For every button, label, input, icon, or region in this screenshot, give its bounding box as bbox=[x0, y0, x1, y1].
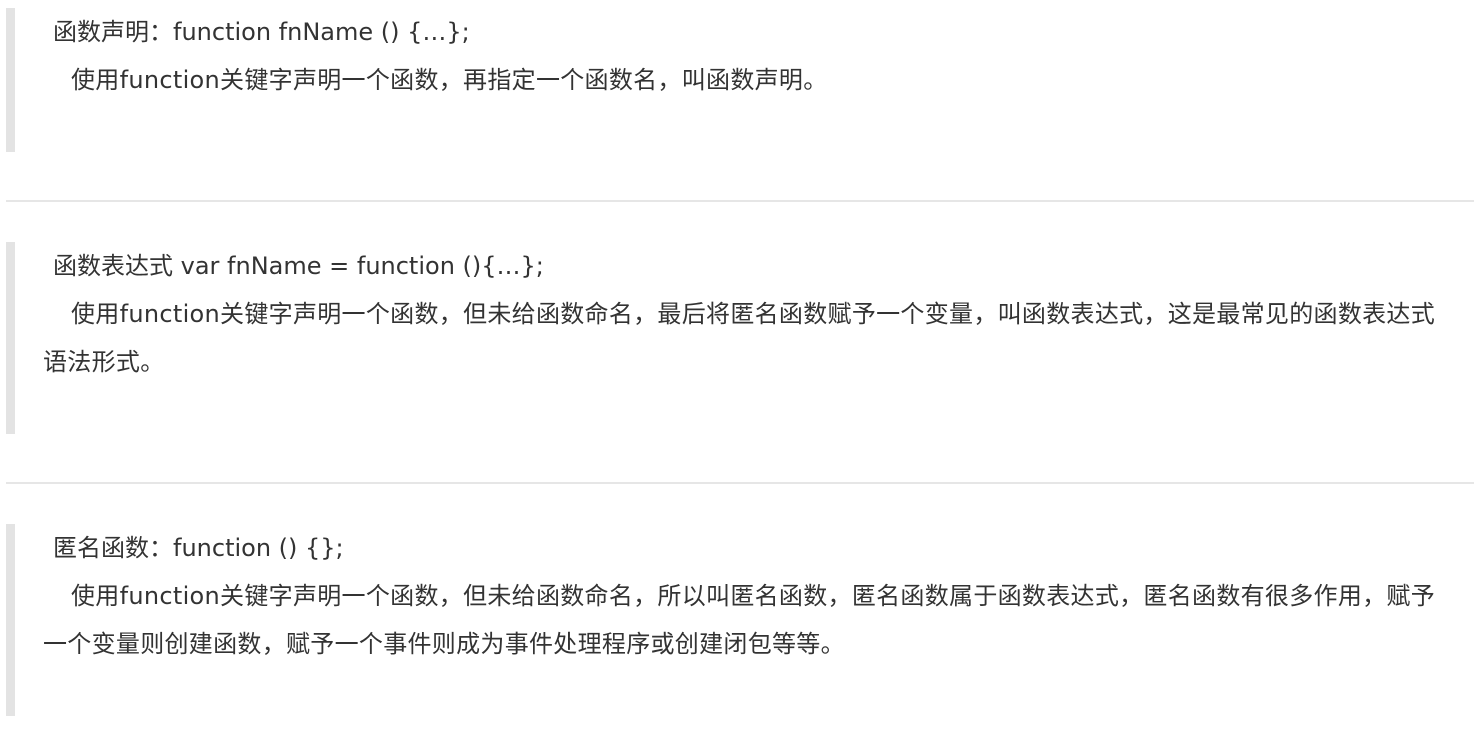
blockquote-anonymous-function: 匿名函数：function () {}; 使用function关键字声明一个函数… bbox=[6, 524, 1446, 716]
blockquote-body: 使用function关键字声明一个函数，再指定一个函数名，叫函数声明。 bbox=[71, 66, 828, 94]
document-page: 函数声明：function fnName () {…}; 使用function关… bbox=[0, 0, 1476, 738]
blockquote-body: 使用function关键字声明一个函数，但未给函数命名，所以叫匿名函数，匿名函数… bbox=[43, 582, 1436, 658]
blockquote-function-expression: 函数表达式 var fnName = function (){…}; 使用fun… bbox=[6, 242, 1446, 434]
horizontal-divider bbox=[6, 482, 1474, 484]
horizontal-divider bbox=[6, 200, 1474, 202]
blockquote-function-declaration: 函数声明：function fnName () {…}; 使用function关… bbox=[6, 8, 1446, 152]
blockquote-body: 使用function关键字声明一个函数，但未给函数命名，最后将匿名函数赋予一个变… bbox=[43, 300, 1436, 376]
blockquote-heading: 函数表达式 var fnName = function (){…}; bbox=[53, 252, 544, 280]
blockquote-heading: 函数声明：function fnName () {…}; bbox=[53, 18, 470, 46]
blockquote-heading: 匿名函数：function () {}; bbox=[53, 534, 344, 562]
